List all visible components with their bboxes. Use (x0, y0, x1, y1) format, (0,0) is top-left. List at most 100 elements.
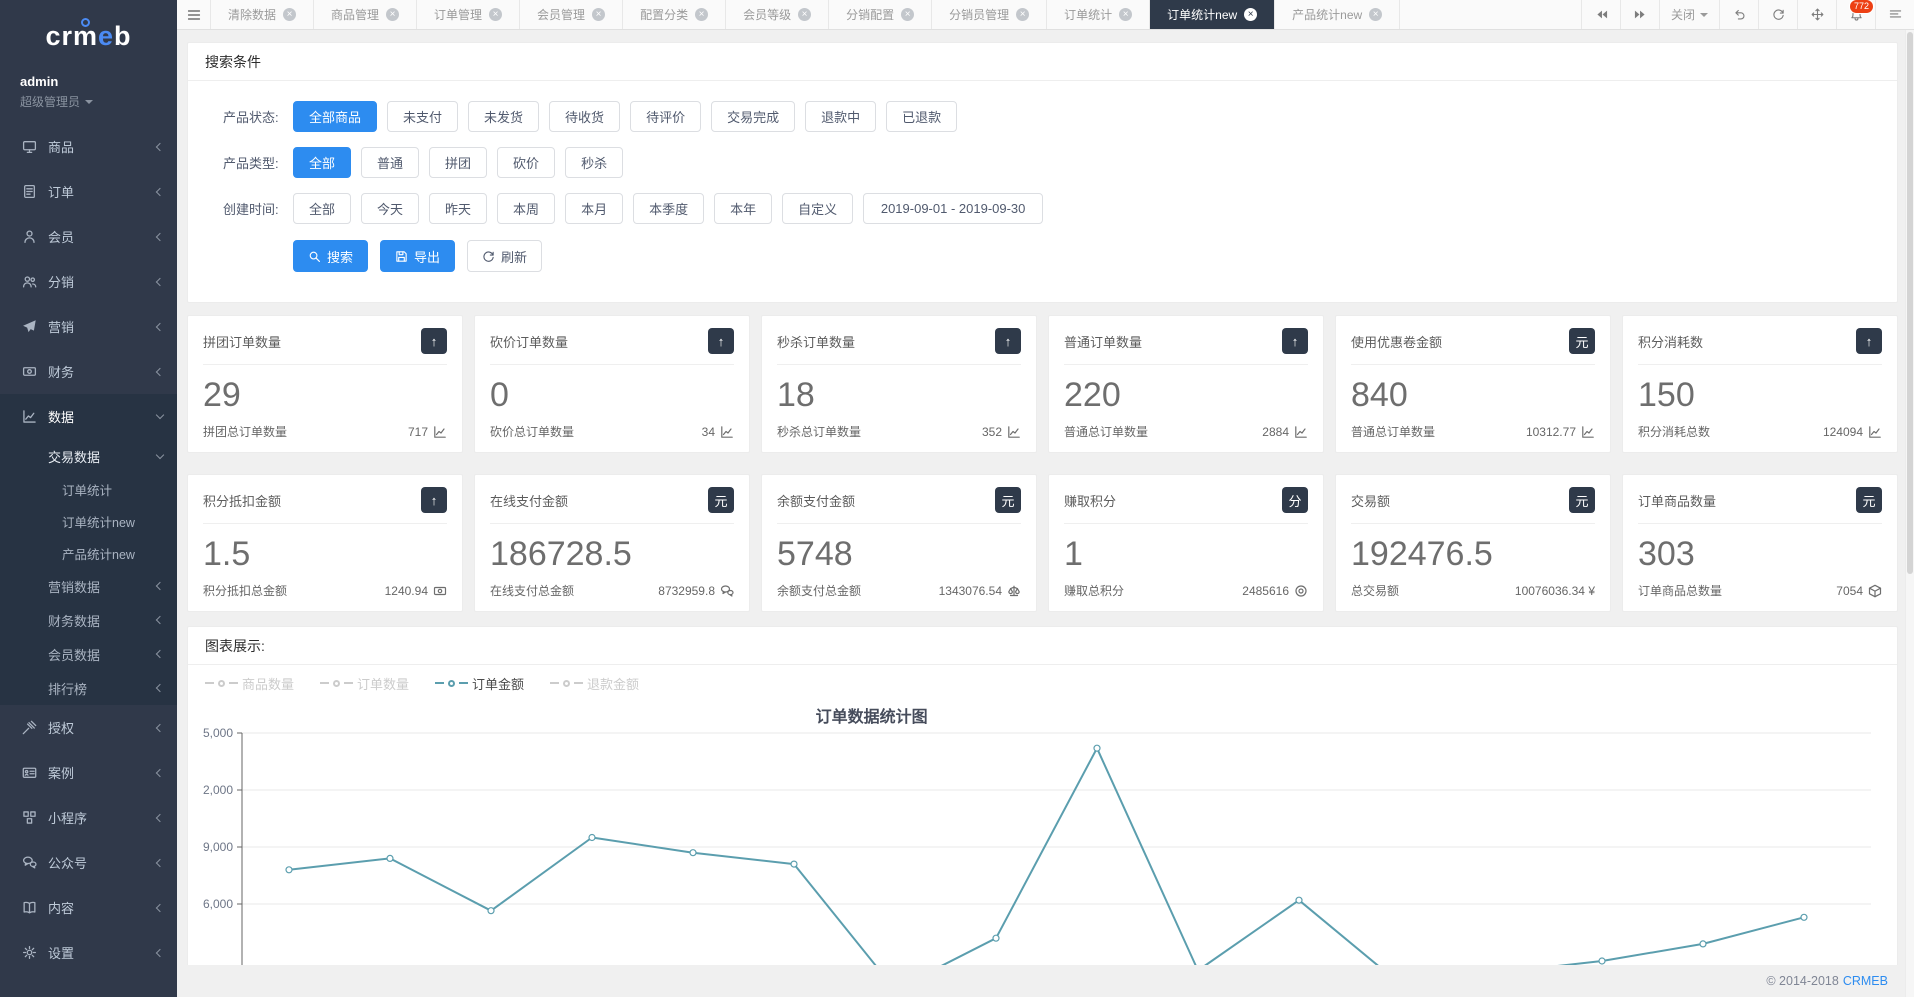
tab[interactable]: 会员等级× (726, 0, 829, 29)
close-icon[interactable]: × (1119, 8, 1132, 21)
filter-option[interactable]: 秒杀 (565, 147, 623, 178)
sidebar-item-cases[interactable]: 案例 (0, 750, 177, 795)
filter-option[interactable]: 本年 (714, 193, 772, 224)
tab[interactable]: 订单管理× (417, 0, 520, 29)
svg-text:6,000: 6,000 (203, 897, 233, 911)
member-icon (22, 229, 37, 244)
sidebar-item-marketing[interactable]: 营销 (0, 304, 177, 349)
close-icon[interactable]: × (489, 8, 502, 21)
fullscreen-button[interactable] (1797, 0, 1836, 29)
scroll-tabs-right-button[interactable] (1620, 0, 1659, 29)
legend-item[interactable]: 退款金额 (550, 674, 639, 693)
sidebar-item-authorization[interactable]: 授权 (0, 705, 177, 750)
banknote-icon (22, 364, 37, 379)
filter-option[interactable]: 待收货 (549, 101, 620, 132)
filter-option[interactable]: 自定义 (782, 193, 853, 224)
sidebar-item-label: 授权 (48, 718, 157, 737)
sidebar-item-goods[interactable]: 商品 (0, 124, 177, 169)
close-icon[interactable]: × (695, 8, 708, 21)
close-tabs-dropdown[interactable]: 关闭 (1659, 0, 1719, 29)
sidebar-item-data[interactable]: 数据 (0, 394, 177, 439)
chevron-left-icon (156, 582, 164, 590)
sidebar-item-settings[interactable]: 设置 (0, 930, 177, 975)
sidebar-item-content[interactable]: 内容 (0, 885, 177, 930)
vertical-scrollbar[interactable] (1905, 30, 1914, 997)
filter-option[interactable]: 未发货 (468, 101, 539, 132)
back-button[interactable] (1719, 0, 1758, 29)
tab[interactable]: 会员管理× (520, 0, 623, 29)
message-list-button[interactable] (1875, 0, 1914, 29)
tab[interactable]: 配置分类× (623, 0, 726, 29)
sidebar-item-orders[interactable]: 订单 (0, 169, 177, 214)
stat-card: 赚取积分分 1 赚取总积分2485616 (1048, 474, 1324, 612)
sidebar-item-product-stats-new[interactable]: 产品统计new (0, 537, 177, 569)
filter-option[interactable]: 全部 (293, 193, 351, 224)
user-role-dropdown[interactable]: 超级管理员 (20, 93, 177, 110)
legend-item-active[interactable]: 订单金额 (435, 674, 524, 693)
close-icon[interactable]: × (592, 8, 605, 21)
filter-option[interactable]: 未支付 (387, 101, 458, 132)
tab[interactable]: 订单统计× (1047, 0, 1150, 29)
filter-option[interactable]: 昨天 (429, 193, 487, 224)
sidebar-item-order-stats-new[interactable]: 订单统计new (0, 505, 177, 537)
card-sub-value: 10076036.34 ¥ (1515, 584, 1595, 598)
close-icon[interactable]: × (1016, 8, 1029, 21)
sidebar-item-ranking[interactable]: 排行榜 (0, 671, 177, 705)
sidebar-item-finance-data[interactable]: 财务数据 (0, 603, 177, 637)
filter-option[interactable]: 全部商品 (293, 101, 377, 132)
close-icon[interactable]: × (798, 8, 811, 21)
sidebar-item-order-stats[interactable]: 订单统计 (0, 473, 177, 505)
sidebar-item-member-data[interactable]: 会员数据 (0, 637, 177, 671)
filter-option[interactable]: 本季度 (633, 193, 704, 224)
sidebar-toggle-button[interactable] (177, 0, 211, 29)
filter-option[interactable]: 退款中 (805, 101, 876, 132)
filter-option[interactable]: 拼团 (429, 147, 487, 178)
export-button[interactable]: 导出 (380, 240, 455, 272)
close-icon[interactable]: × (1244, 8, 1257, 21)
date-range-input[interactable]: 2019-09-01 - 2019-09-30 (863, 193, 1043, 224)
scroll-tabs-left-button[interactable] (1581, 0, 1620, 29)
chevron-left-icon (156, 142, 164, 150)
tab[interactable]: 产品统计new× (1275, 0, 1400, 29)
card-sub-value: 124094 (1823, 425, 1863, 439)
sidebar-item-wechat-official[interactable]: 公众号 (0, 840, 177, 885)
tab[interactable]: 分销配置× (829, 0, 932, 29)
filter-option[interactable]: 已退款 (886, 101, 957, 132)
filter-option[interactable]: 砍价 (497, 147, 555, 178)
filter-option[interactable]: 全部 (293, 147, 351, 178)
filter-option[interactable]: 本月 (565, 193, 623, 224)
sidebar-item-trade-data[interactable]: 交易数据 (0, 439, 177, 473)
close-icon[interactable]: × (1369, 8, 1382, 21)
search-button[interactable]: 搜索 (293, 240, 368, 272)
notifications-button[interactable]: 772 (1836, 0, 1875, 29)
chevron-left-icon (156, 367, 164, 375)
sidebar-item-finance[interactable]: 财务 (0, 349, 177, 394)
filter-option[interactable]: 待评价 (630, 101, 701, 132)
sidebar-item-marketing-data[interactable]: 营销数据 (0, 569, 177, 603)
sidebar-item-members[interactable]: 会员 (0, 214, 177, 259)
filter-option[interactable]: 交易完成 (711, 101, 795, 132)
filter-option[interactable]: 本周 (497, 193, 555, 224)
coin-icon (1294, 584, 1308, 598)
tab-active[interactable]: 订单统计new× (1150, 0, 1275, 29)
refresh-page-button[interactable] (1758, 0, 1797, 29)
close-icon[interactable]: × (386, 8, 399, 21)
sidebar-item-label: 订单统计 (62, 480, 112, 499)
sidebar-item-miniprogram[interactable]: 小程序 (0, 795, 177, 840)
filter-row-product-status: 产品状态: 全部商品 未支付 未发货 待收货 待评价 交易完成 退款中 已退款 (205, 101, 1880, 132)
tab[interactable]: 分销员管理× (932, 0, 1047, 29)
crmeb-link[interactable]: CRMEB (1843, 974, 1888, 988)
legend-item[interactable]: 订单数量 (320, 674, 409, 693)
card-sub-label: 总交易额 (1351, 582, 1399, 599)
scrollbar-thumb[interactable] (1907, 32, 1913, 574)
tab[interactable]: 清除数据× (211, 0, 314, 29)
close-icon[interactable]: × (283, 8, 296, 21)
caret-down-icon (1700, 13, 1708, 21)
filter-option[interactable]: 今天 (361, 193, 419, 224)
close-icon[interactable]: × (901, 8, 914, 21)
filter-option[interactable]: 普通 (361, 147, 419, 178)
refresh-button[interactable]: 刷新 (467, 240, 542, 272)
legend-item[interactable]: 商品数量 (205, 674, 294, 693)
sidebar-item-distribution[interactable]: 分销 (0, 259, 177, 304)
tab[interactable]: 商品管理× (314, 0, 417, 29)
